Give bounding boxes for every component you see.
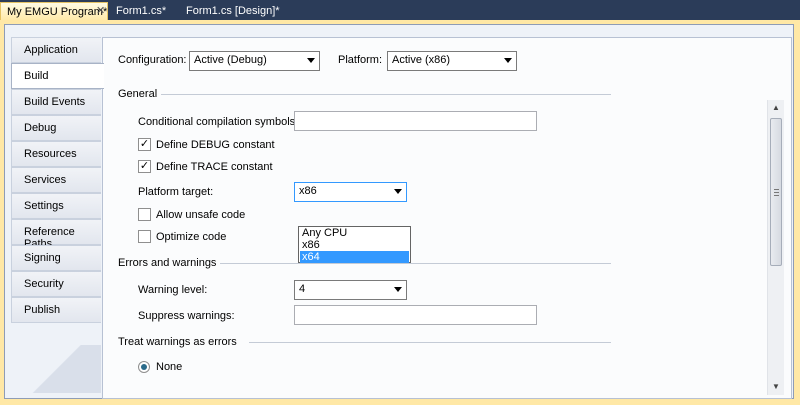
sidebar-item-services[interactable]: Services (11, 167, 101, 193)
cond-symbols-input[interactable] (294, 111, 537, 131)
grip-line (774, 195, 779, 196)
grip-line (774, 192, 779, 193)
tab-label: Form1.cs* (116, 5, 167, 17)
none-radio-label: None (156, 361, 183, 373)
platform-target-select[interactable]: x86 (294, 182, 407, 202)
sidebar-item-resources[interactable]: Resources (11, 141, 101, 167)
sidebar-item-reference-paths[interactable]: Reference Paths (11, 219, 101, 250)
sidebar-item-label: Resources (24, 148, 77, 160)
sidebar-item-label: Services (24, 174, 67, 186)
suppress-warnings-label: Suppress warnings: (138, 310, 235, 322)
chevron-down-icon (394, 189, 402, 194)
sidebar-item-label: Publish (24, 304, 61, 316)
sidebar-item-label: Application (24, 44, 78, 56)
allow-unsafe-label: Allow unsafe code (156, 209, 246, 221)
sidebar-item-label: Debug (24, 122, 57, 134)
none-radio[interactable] (138, 361, 150, 373)
optimize-label: Optimize code (156, 231, 227, 243)
grip-line (774, 189, 779, 190)
chevron-down-icon (394, 287, 402, 292)
tab-label: Form1.cs [Design]* (186, 5, 280, 17)
sidebar-item-label: Build Events (24, 96, 86, 108)
warning-level-select[interactable]: 4 (294, 280, 407, 300)
sidebar-item-label: Security (24, 278, 64, 290)
sidebar-item-label: Signing (24, 252, 61, 264)
sidebar-item-label: Settings (24, 200, 64, 212)
sidebar-item-build[interactable]: Build (11, 63, 104, 89)
platform-target-dropdown: Any CPU x86 x64 (298, 226, 411, 263)
section-errors-title: Errors and warnings (118, 257, 217, 269)
vertical-scrollbar[interactable]: ▲ ▼ (767, 100, 784, 395)
properties-canvas: Application Build Build Events Debug Res… (4, 24, 794, 399)
cond-symbols-label: Conditional compilation symbols: (138, 116, 299, 128)
tab-form1-design[interactable]: Form1.cs [Design]* (180, 2, 290, 21)
sidebar-item-settings[interactable]: Settings (11, 193, 101, 219)
configuration-label: Configuration: (118, 54, 187, 66)
document-tab-strip: My EMGU Program* ✕ Form1.cs* Form1.cs [D… (0, 0, 800, 22)
tab-label: My EMGU Program* (7, 6, 108, 18)
suppress-warnings-input[interactable] (294, 305, 537, 325)
sidebar-item-debug[interactable]: Debug (11, 115, 101, 141)
platform-target-value: x86 (299, 185, 317, 197)
define-debug-checkbox[interactable]: ✓ (138, 138, 151, 151)
warning-level-label: Warning level: (138, 284, 208, 296)
tab-project-properties[interactable]: My EMGU Program* (0, 2, 108, 21)
chevron-down-icon (307, 58, 315, 63)
define-debug-label: Define DEBUG constant (156, 139, 275, 151)
dropdown-option-x86[interactable]: x86 (300, 239, 409, 251)
sidebar-tail (11, 345, 101, 393)
radio-dot (141, 364, 147, 370)
configuration-value: Active (Debug) (194, 54, 267, 66)
dropdown-option-x64[interactable]: x64 (300, 251, 409, 263)
chevron-down-icon (504, 58, 512, 63)
editor-frame: Application Build Build Events Debug Res… (0, 22, 800, 405)
sidebar-item-build-events[interactable]: Build Events (11, 89, 101, 115)
section-divider (161, 94, 611, 95)
platform-value: Active (x86) (392, 54, 451, 66)
section-treat-warnings-title: Treat warnings as errors (118, 336, 237, 348)
close-icon[interactable]: ✕ (96, 4, 105, 17)
sidebar-item-publish[interactable]: Publish (11, 297, 101, 323)
sidebar: Application Build Build Events Debug Res… (7, 33, 104, 373)
sidebar-item-signing[interactable]: Signing (11, 245, 101, 271)
section-general-title: General (118, 88, 158, 100)
section-divider (249, 342, 611, 343)
section-divider (220, 263, 611, 264)
platform-select[interactable]: Active (x86) (387, 51, 517, 71)
platform-target-label: Platform target: (138, 186, 214, 198)
scrollbar-thumb[interactable] (770, 118, 782, 266)
scroll-down-icon[interactable]: ▼ (772, 382, 780, 391)
define-trace-checkbox[interactable]: ✓ (138, 160, 151, 173)
sidebar-item-security[interactable]: Security (11, 271, 101, 297)
warning-level-value: 4 (299, 283, 306, 295)
dropdown-option-any-cpu[interactable]: Any CPU (300, 227, 409, 239)
sidebar-item-label: Build (24, 70, 49, 82)
define-trace-label: Define TRACE constant (156, 161, 273, 173)
scroll-up-icon[interactable]: ▲ (772, 103, 780, 112)
optimize-checkbox[interactable] (138, 230, 151, 243)
allow-unsafe-checkbox[interactable] (138, 208, 151, 221)
tab-form1-cs[interactable]: Form1.cs* (110, 2, 182, 21)
platform-label: Platform: (338, 54, 383, 66)
sidebar-item-application[interactable]: Application (11, 37, 101, 63)
build-settings-panel: Configuration: Active (Debug) Platform: … (102, 37, 792, 399)
configuration-select[interactable]: Active (Debug) (189, 51, 320, 71)
